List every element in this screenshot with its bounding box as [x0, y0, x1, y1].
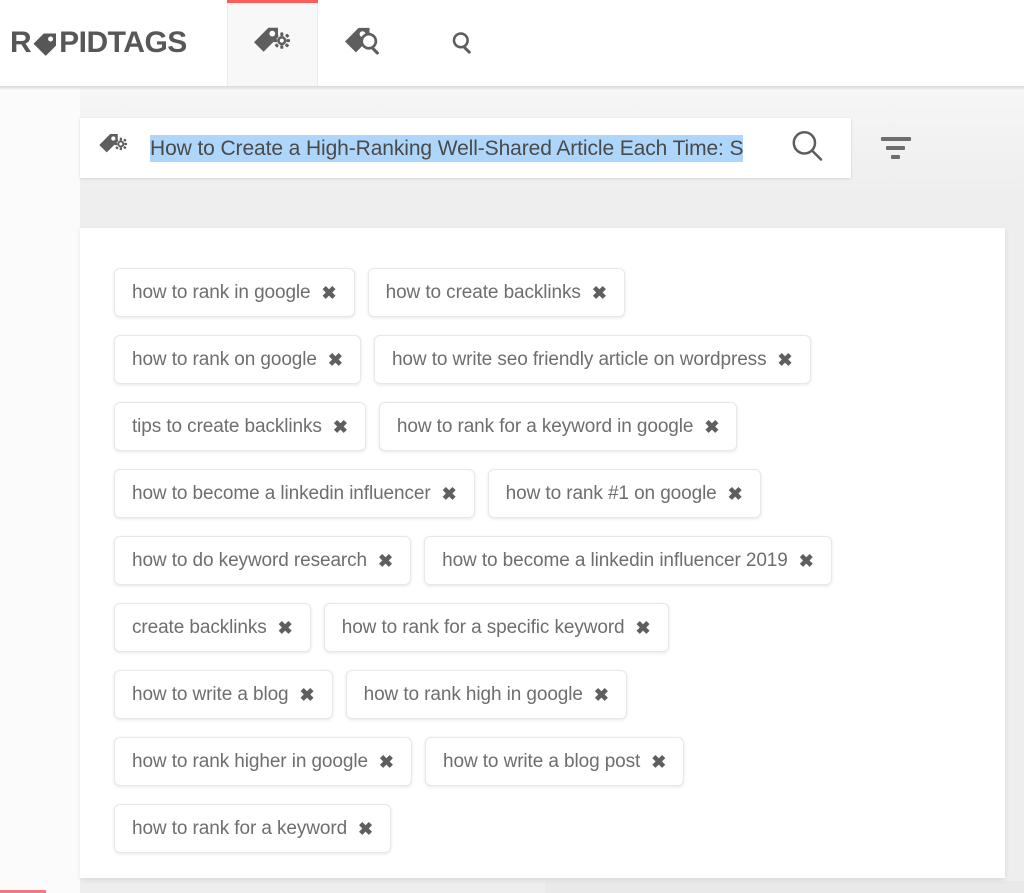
tag-gear-icon [252, 24, 294, 62]
remove-tag-icon[interactable]: ✖ [378, 552, 393, 570]
remove-tag-icon[interactable]: ✖ [358, 820, 373, 838]
remove-tag-icon[interactable]: ✖ [322, 284, 337, 302]
keyword-tag-label: how to rank on google [132, 348, 317, 370]
tag-row: how to do keyword research ✖ how to become… [114, 536, 1005, 585]
tag-row: create backlinks ✖ how to rank for a speci… [114, 603, 1005, 652]
remove-tag-icon[interactable]: ✖ [636, 619, 651, 637]
search-row: How to Create a High-Ranking Well-Shared… [80, 118, 940, 178]
tag-row: how to rank on google ✖ how to write seo f… [114, 335, 1005, 384]
keyword-tag-label: how to write a blog [132, 683, 289, 705]
results-panel: how to rank in google ✖ how to create back… [80, 228, 1005, 878]
keyword-tag-label: create backlinks [132, 616, 267, 638]
keyword-tag[interactable]: how to create backlinks ✖ [367, 268, 625, 317]
remove-tag-icon[interactable]: ✖ [704, 418, 719, 436]
keyword-tag-label: how to rank higher in google [132, 750, 368, 772]
keyword-tag-label: how to rank #1 on google [505, 482, 717, 504]
keyword-tag-label: how to rank high in google [363, 683, 583, 705]
keyword-tag[interactable]: how to write a blog post ✖ [425, 737, 685, 786]
remove-tag-icon[interactable]: ✖ [278, 619, 293, 637]
brand-text-before: R [10, 26, 32, 59]
keyword-tag-label: how to do keyword research [132, 549, 368, 571]
keyword-tag[interactable]: how to rank for a keyword in google ✖ [378, 402, 738, 451]
tag-row: how to become a linkedin influencer ✖ how … [114, 469, 1005, 518]
keyword-tag-label: how to write seo friendly article on wor… [391, 348, 767, 370]
keyword-tag-label: how to rank for a keyword [132, 817, 348, 839]
keyword-tag-label: how to rank for a keyword in google [396, 415, 694, 437]
remove-tag-icon[interactable]: ✖ [651, 753, 666, 771]
tag-list: how to rank in google ✖ how to create back… [114, 268, 1005, 871]
keyword-tag[interactable]: how to become a linkedin influencer 2019… [424, 536, 832, 585]
remove-tag-icon[interactable]: ✖ [777, 351, 792, 369]
bottom-shade [545, 881, 1024, 893]
filter-icon [880, 137, 911, 159]
remove-tag-icon[interactable]: ✖ [799, 552, 814, 570]
search-input[interactable]: How to Create a High-Ranking Well-Shared… [150, 134, 851, 162]
left-margin-strip [0, 88, 80, 893]
tag-row: how to rank in google ✖ how to create back… [114, 268, 1005, 317]
filter-button[interactable] [851, 118, 940, 178]
keyword-tag-label: tips to create backlinks [132, 415, 322, 437]
keyword-tag[interactable]: how to rank high in google ✖ [345, 670, 627, 719]
search-input-container[interactable]: How to Create a High-Ranking Well-Shared… [80, 118, 851, 178]
search-icon[interactable] [790, 129, 824, 168]
remove-tag-icon[interactable]: ✖ [594, 686, 609, 704]
keyword-tag[interactable]: how to do keyword research ✖ [114, 536, 412, 585]
brand-wordmark: R PIDTAGS [10, 28, 187, 58]
remove-tag-icon[interactable]: ✖ [728, 485, 743, 503]
keyword-tag[interactable]: how to become a linkedin influencer ✖ [114, 469, 475, 518]
keyword-tag-label: how to create backlinks [385, 281, 581, 303]
keyword-tag[interactable]: create backlinks ✖ [114, 603, 311, 652]
keyword-tag[interactable]: how to rank in google ✖ [114, 268, 355, 317]
header-tabs [227, 0, 500, 86]
remove-tag-icon[interactable]: ✖ [328, 351, 343, 369]
tag-icon [32, 32, 58, 56]
remove-tag-icon[interactable]: ✖ [300, 686, 315, 704]
tag-row: tips to create backlinks ✖ how to rank for… [114, 402, 1005, 451]
keyword-tag[interactable]: how to write a blog ✖ [114, 670, 333, 719]
keyword-tag[interactable]: how to rank for a specific keyword ✖ [323, 603, 669, 652]
remove-tag-icon[interactable]: ✖ [592, 284, 607, 302]
keyword-tag[interactable]: how to rank for a keyword ✖ [114, 804, 392, 853]
tag-magnifier-icon [343, 24, 385, 62]
globe-magnifier-icon [434, 24, 476, 62]
tab-tag-settings[interactable] [227, 0, 318, 86]
brand-logo[interactable]: R PIDTAGS [0, 0, 227, 86]
tag-row: how to write a blog ✖ how to rank high in … [114, 670, 1005, 719]
remove-tag-icon[interactable]: ✖ [379, 753, 394, 771]
keyword-tag[interactable]: tips to create backlinks ✖ [114, 402, 366, 451]
tab-tag-search[interactable] [318, 0, 409, 86]
keyword-tag[interactable]: how to write seo friendly article on wor… [373, 335, 811, 384]
keyword-tag-label: how to become a linkedin influencer [132, 482, 431, 504]
keyword-tag-label: how to rank in google [132, 281, 311, 303]
keyword-tag[interactable]: how to rank #1 on google ✖ [487, 469, 761, 518]
remove-tag-icon[interactable]: ✖ [333, 418, 348, 436]
keyword-tag[interactable]: how to rank higher in google ✖ [114, 737, 413, 786]
keyword-tag-label: how to rank for a specific keyword [341, 616, 625, 638]
keyword-tag-label: how to become a linkedin influencer 2019 [442, 549, 788, 571]
keyword-tag[interactable]: how to rank on google ✖ [114, 335, 361, 384]
keyword-tag-label: how to write a blog post [443, 750, 641, 772]
tag-row: how to rank for a keyword ✖ [114, 804, 1005, 853]
search-input-value: How to Create a High-Ranking Well-Shared… [150, 134, 744, 162]
tag-row: how to rank higher in google ✖ how to writ… [114, 737, 1005, 786]
remove-tag-icon[interactable]: ✖ [442, 485, 457, 503]
tab-global-search[interactable] [409, 0, 500, 86]
brand-text-after: PIDTAGS [59, 26, 187, 59]
tag-gear-icon [98, 131, 134, 166]
app-header: R PIDTAGS [0, 0, 1024, 90]
